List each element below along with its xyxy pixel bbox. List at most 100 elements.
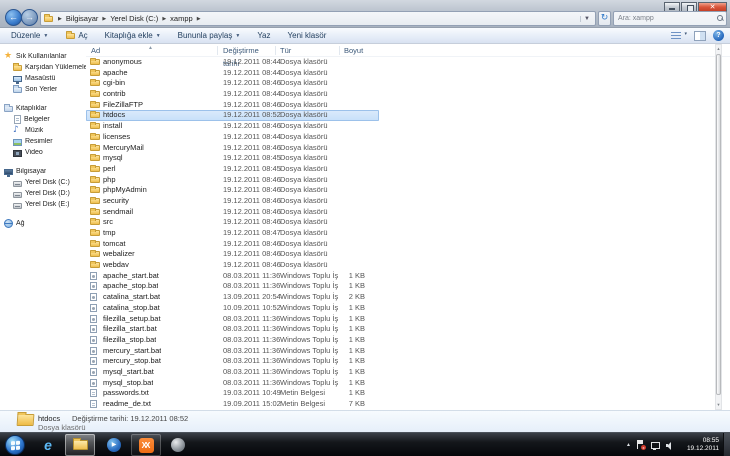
- sidebar-item-yerel-disk-c[interactable]: Yerel Disk (C:): [0, 177, 86, 188]
- file-name: cgi-bin: [103, 78, 125, 89]
- scrollbar-thumb[interactable]: [716, 54, 721, 395]
- taskbar-media-player[interactable]: ▶: [99, 434, 129, 456]
- column-header-boyut[interactable]: Boyut: [340, 44, 370, 57]
- file-row[interactable]: filezilla_start.bat08.03.2011 11:36Windo…: [86, 324, 379, 335]
- column-header-ad[interactable]: Ad▲: [86, 44, 218, 57]
- file-row[interactable]: src19.12.2011 08:46Dosya klasörü: [86, 217, 379, 228]
- toolbar-yeni-klasor[interactable]: Yeni klasör: [283, 30, 332, 41]
- sidebar-item-sik-kullanilanlar[interactable]: Sık Kullanılanlar: [0, 51, 86, 62]
- file-row[interactable]: tomcat19.12.2011 08:46Dosya klasörü: [86, 239, 379, 250]
- file-row[interactable]: webalizer19.12.2011 08:46Dosya klasörü: [86, 249, 379, 260]
- forward-button[interactable]: →: [21, 9, 38, 26]
- taskbar-app[interactable]: [163, 434, 193, 456]
- file-row[interactable]: perl19.12.2011 08:45Dosya klasörü: [86, 164, 379, 175]
- file-name: apache_stop.bat: [103, 281, 158, 292]
- address-bar[interactable]: ▶Bilgisayar▶Yerel Disk (C:)▶xampp▶ ▼: [40, 11, 596, 26]
- file-row[interactable]: sendmail19.12.2011 08:46Dosya klasörü: [86, 207, 379, 218]
- sidebar-item-video[interactable]: Video: [0, 147, 86, 158]
- column-header-tur[interactable]: Tür: [276, 44, 340, 57]
- file-row[interactable]: licenses19.12.2011 08:44Dosya klasörü: [86, 132, 379, 143]
- help-icon[interactable]: ?: [713, 30, 724, 41]
- file-row[interactable]: apache_start.bat08.03.2011 11:36Windows …: [86, 271, 379, 282]
- taskbar-windows-explorer[interactable]: [65, 434, 95, 456]
- toolbar-ac[interactable]: Aç: [60, 30, 92, 41]
- sidebar-item-yerel-disk-d[interactable]: Yerel Disk (D:): [0, 188, 86, 199]
- file-row[interactable]: catalina_start.bat13.09.2011 20:54Window…: [86, 292, 379, 303]
- navigation-pane: Sık KullanılanlarKarşıdan YüklemelerMasa…: [0, 44, 86, 410]
- tray-expand-icon[interactable]: ▲: [626, 442, 631, 448]
- sidebar-item-kitapliklar[interactable]: Kitaplıklar: [0, 103, 86, 114]
- file-date: 19.12.2011 08:46: [223, 175, 281, 186]
- toolbar-duzenle[interactable]: Düzenle▼: [6, 30, 53, 41]
- sidebar-item-masaustu[interactable]: Masaüstü: [0, 73, 86, 84]
- sort-ascending-icon: ▲: [148, 42, 153, 55]
- sidebar-item-bilgisayar[interactable]: Bilgisayar: [0, 166, 86, 177]
- file-date: 19.12.2011 08:46: [223, 100, 281, 111]
- file-row[interactable]: MercuryMail19.12.2011 08:46Dosya klasörü: [86, 143, 379, 154]
- file-row[interactable]: anonymous19.12.2011 08:44Dosya klasörü: [86, 57, 379, 68]
- file-row[interactable]: contrib19.12.2011 08:44Dosya klasörü: [86, 89, 379, 100]
- file-date: 19.12.2011 08:46: [223, 196, 281, 207]
- file-type: Dosya klasörü: [280, 153, 328, 164]
- file-row[interactable]: cgi-bin19.12.2011 08:46Dosya klasörü: [86, 78, 379, 89]
- file-row[interactable]: filezilla_setup.bat08.03.2011 11:36Windo…: [86, 314, 379, 325]
- toolbar-kitapliga-ekle[interactable]: Kitaplığa ekle▼: [100, 30, 166, 41]
- scroll-down-icon[interactable]: ▼: [716, 401, 721, 409]
- file-row[interactable]: mercury_start.bat08.03.2011 11:36Windows…: [86, 346, 379, 357]
- file-row[interactable]: htdocs19.12.2011 08:52Dosya klasörü: [86, 110, 379, 121]
- file-row[interactable]: passwords.txt19.03.2011 10:49Metin Belge…: [86, 388, 379, 399]
- file-row[interactable]: apache19.12.2011 08:44Dosya klasörü: [86, 68, 379, 79]
- breadcrumb-xampp[interactable]: xampp: [168, 14, 195, 23]
- column-header-degistirme-tarihi[interactable]: Değiştirme tarihi: [218, 44, 276, 57]
- sidebar-item-muzik[interactable]: Müzik: [0, 125, 86, 136]
- system-tray: ▲ x: [626, 433, 675, 456]
- file-row[interactable]: readme_de.txt19.09.2011 15:02Metin Belge…: [86, 399, 379, 410]
- documents-icon: [14, 115, 21, 124]
- file-row[interactable]: mysql19.12.2011 08:45Dosya klasörü: [86, 153, 379, 164]
- file-row[interactable]: apache_stop.bat08.03.2011 11:36Windows T…: [86, 281, 379, 292]
- file-row[interactable]: install19.12.2011 08:46Dosya klasörü: [86, 121, 379, 132]
- file-row[interactable]: mysql_stop.bat08.03.2011 11:36Windows To…: [86, 378, 379, 389]
- file-row[interactable]: mercury_stop.bat08.03.2011 11:36Windows …: [86, 356, 379, 367]
- file-type: Dosya klasörü: [280, 249, 328, 260]
- change-view-icon[interactable]: [671, 31, 687, 41]
- sidebar-item-ag[interactable]: Ağ: [0, 218, 86, 229]
- sidebar-item-karsidan-yuklemeler[interactable]: Karşıdan Yüklemeler: [0, 62, 86, 73]
- file-row[interactable]: webdav19.12.2011 08:46Dosya klasörü: [86, 260, 379, 271]
- file-row[interactable]: FileZillaFTP19.12.2011 08:46Dosya klasör…: [86, 100, 379, 111]
- sidebar-item-belgeler[interactable]: Belgeler: [0, 114, 86, 125]
- sidebar-item-son-yerler[interactable]: Son Yerler: [0, 84, 86, 95]
- scroll-up-icon[interactable]: ▲: [716, 45, 721, 53]
- volume-icon[interactable]: [666, 441, 675, 450]
- file-row[interactable]: filezilla_stop.bat08.03.2011 11:36Window…: [86, 335, 379, 346]
- address-dropdown-icon[interactable]: ▼: [580, 16, 593, 22]
- file-row[interactable]: tmp19.12.2011 08:47Dosya klasörü: [86, 228, 379, 239]
- sidebar-item-resimler[interactable]: Resimler: [0, 136, 86, 147]
- back-button[interactable]: ←: [5, 9, 22, 26]
- preview-pane-icon[interactable]: [694, 31, 706, 41]
- file-row[interactable]: security19.12.2011 08:46Dosya klasörü: [86, 196, 379, 207]
- breadcrumb-bilgisayar[interactable]: Bilgisayar: [64, 14, 101, 23]
- sidebar-item-yerel-disk-e[interactable]: Yerel Disk (E:): [0, 199, 86, 210]
- toolbar-yaz[interactable]: Yaz: [252, 30, 275, 41]
- file-size: 1 KB: [332, 378, 365, 389]
- taskbar-xampp[interactable]: XX: [131, 434, 161, 456]
- action-center-icon[interactable]: x: [637, 440, 645, 450]
- file-row[interactable]: catalina_stop.bat10.09.2011 10:52Windows…: [86, 303, 379, 314]
- refresh-button[interactable]: ↻: [598, 11, 611, 26]
- file-row[interactable]: phpMyAdmin19.12.2011 08:46Dosya klasörü: [86, 185, 379, 196]
- file-name: phpMyAdmin: [103, 185, 147, 196]
- music-icon: [13, 126, 22, 135]
- search-input[interactable]: Ara: xampp: [613, 11, 727, 26]
- vertical-scrollbar[interactable]: ▲ ▼: [715, 44, 722, 410]
- file-row[interactable]: php19.12.2011 08:46Dosya klasörü: [86, 175, 379, 186]
- breadcrumb-yerel-disk-c[interactable]: Yerel Disk (C:): [108, 14, 160, 23]
- network-icon[interactable]: [651, 441, 660, 450]
- taskbar-clock[interactable]: 08:55 19.12.2011: [687, 437, 719, 453]
- start-button[interactable]: [5, 435, 25, 455]
- toolbar-bununla-paylas[interactable]: Bununla paylaş▼: [173, 30, 246, 41]
- taskbar-internet-explorer[interactable]: e: [33, 434, 63, 456]
- show-desktop-button[interactable]: [723, 433, 730, 456]
- file-row[interactable]: mysql_start.bat08.03.2011 11:36Windows T…: [86, 367, 379, 378]
- file-type: Windows Toplu İş ...: [280, 367, 338, 378]
